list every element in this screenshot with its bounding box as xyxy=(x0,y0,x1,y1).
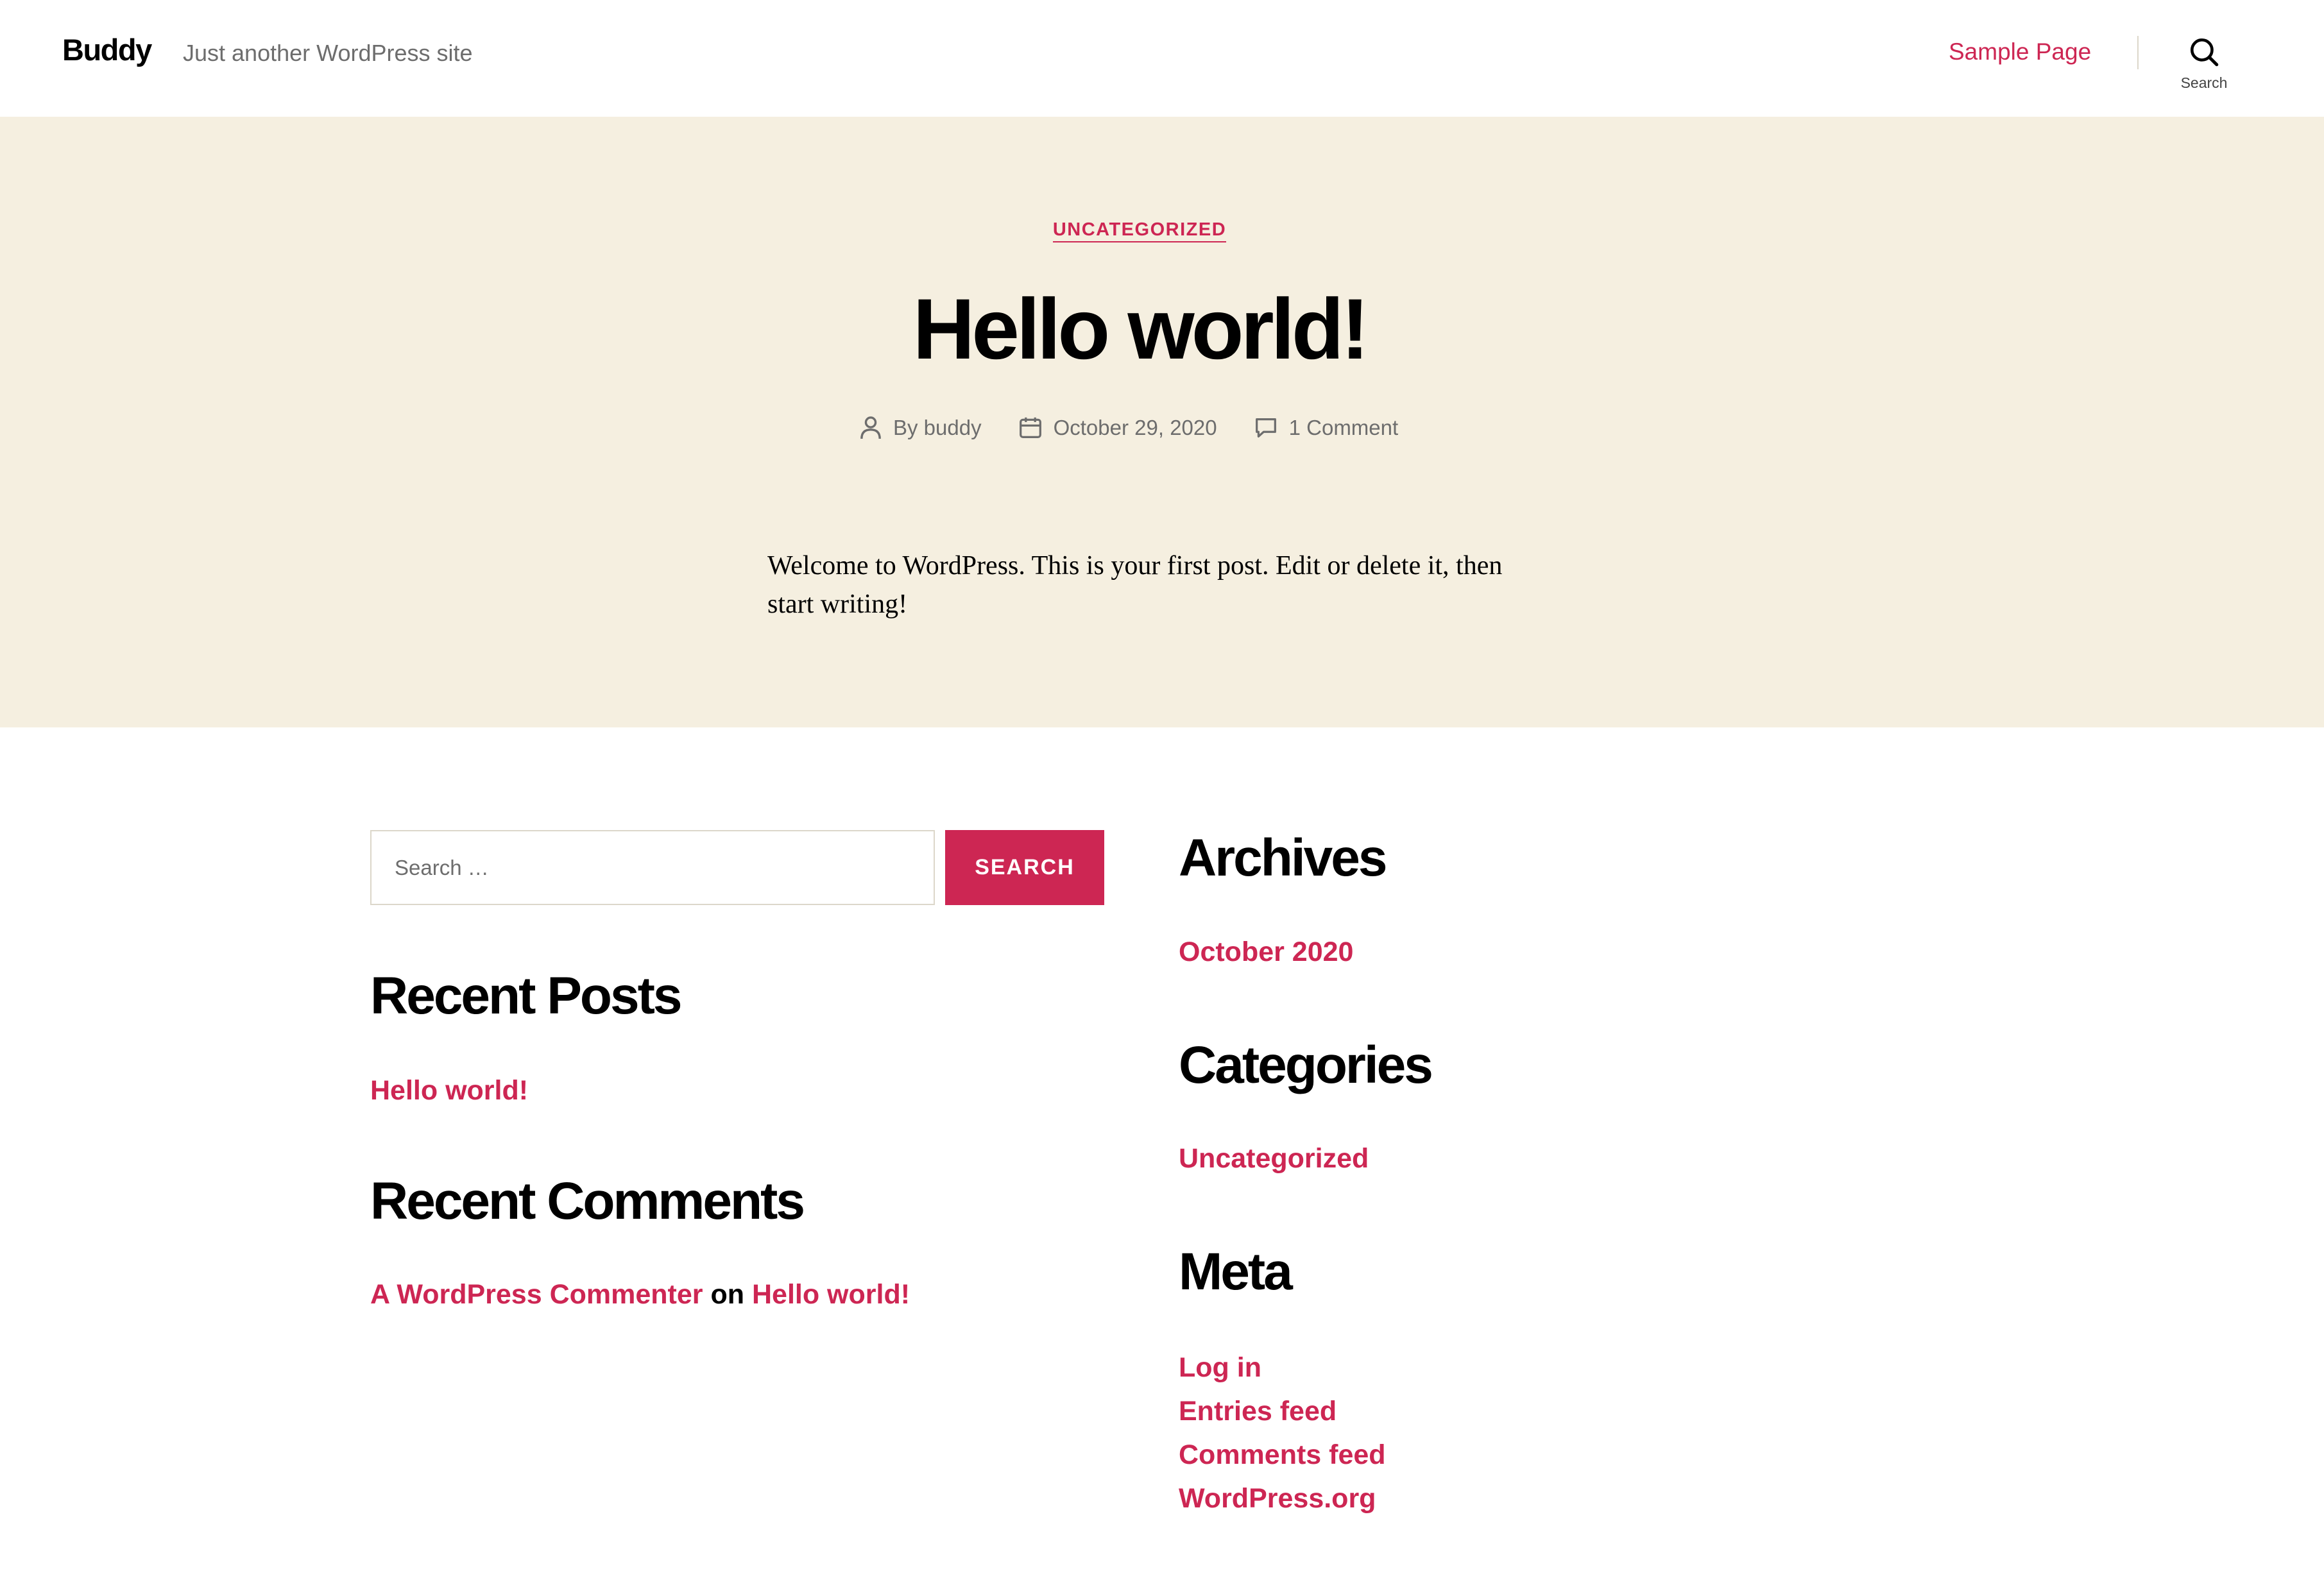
meta-link-entries-feed[interactable]: Entries feed xyxy=(1179,1389,1386,1433)
author-link[interactable]: By buddy xyxy=(893,416,982,440)
recent-posts-title: Recent Posts xyxy=(370,967,683,1025)
post-date: October 29, 2020 xyxy=(1019,416,1217,440)
date-link[interactable]: October 29, 2020 xyxy=(1054,416,1217,440)
archives-title: Archives xyxy=(1179,829,1387,887)
meta-link-log-in[interactable]: Log in xyxy=(1179,1346,1386,1389)
category-widget-link[interactable]: Uncategorized xyxy=(1179,1143,1369,1175)
calendar-icon xyxy=(1019,417,1041,439)
post-author: By buddy xyxy=(860,416,982,440)
categories-title: Categories xyxy=(1179,1036,1433,1094)
recent-comments-title: Recent Comments xyxy=(370,1172,805,1230)
post-comments: 1 Comment xyxy=(1254,416,1399,440)
comments-link[interactable]: 1 Comment xyxy=(1289,416,1399,440)
search-toggle-label: Search xyxy=(2180,74,2228,91)
post-content: Welcome to WordPress. This is your first… xyxy=(767,551,1503,619)
search-submit-button[interactable]: SEARCH xyxy=(945,830,1104,905)
post-meta: By buddy October 29, 2020 1 Comment xyxy=(860,416,1398,440)
meta-title: Meta xyxy=(1179,1242,1293,1301)
nav-divider xyxy=(2137,36,2139,69)
post-hero: UNCATEGORIZED Hello world! By buddy Octo… xyxy=(0,117,2324,727)
recent-comment-item: A WordPress Commenter on Hello world! xyxy=(370,1279,910,1310)
user-icon xyxy=(860,416,881,439)
search-toggle-button[interactable]: Search xyxy=(2169,32,2239,103)
meta-list: Log in Entries feed Comments feed WordPr… xyxy=(1179,1346,1386,1520)
comment-post-link[interactable]: Hello world! xyxy=(752,1279,910,1310)
archive-link[interactable]: October 2020 xyxy=(1179,937,1353,968)
search-icon xyxy=(2190,38,2219,67)
post-title: Hello world! xyxy=(912,282,1370,377)
category-link[interactable]: UNCATEGORIZED xyxy=(1052,219,1227,242)
footer-widgets: SEARCH Recent Posts Hello world! Recent … xyxy=(0,727,2324,1569)
recent-post-link[interactable]: Hello world! xyxy=(370,1075,528,1107)
comment-icon xyxy=(1255,418,1276,438)
nav-item-sample-page[interactable]: Sample Page xyxy=(1949,38,2091,65)
meta-link-comments-feed[interactable]: Comments feed xyxy=(1179,1433,1386,1477)
comment-connector: on xyxy=(710,1279,745,1310)
search-form: SEARCH xyxy=(370,830,1104,905)
comment-author-link[interactable]: A WordPress Commenter xyxy=(370,1279,703,1310)
post-category: UNCATEGORIZED xyxy=(0,219,2279,242)
search-input[interactable] xyxy=(370,830,935,905)
meta-link-wordpress-org[interactable]: WordPress.org xyxy=(1179,1477,1386,1520)
site-description: Just another WordPress site xyxy=(183,40,473,66)
site-title-link[interactable]: Buddy xyxy=(62,32,152,67)
site-header: Buddy Just another WordPress site Sample… xyxy=(0,0,2324,117)
